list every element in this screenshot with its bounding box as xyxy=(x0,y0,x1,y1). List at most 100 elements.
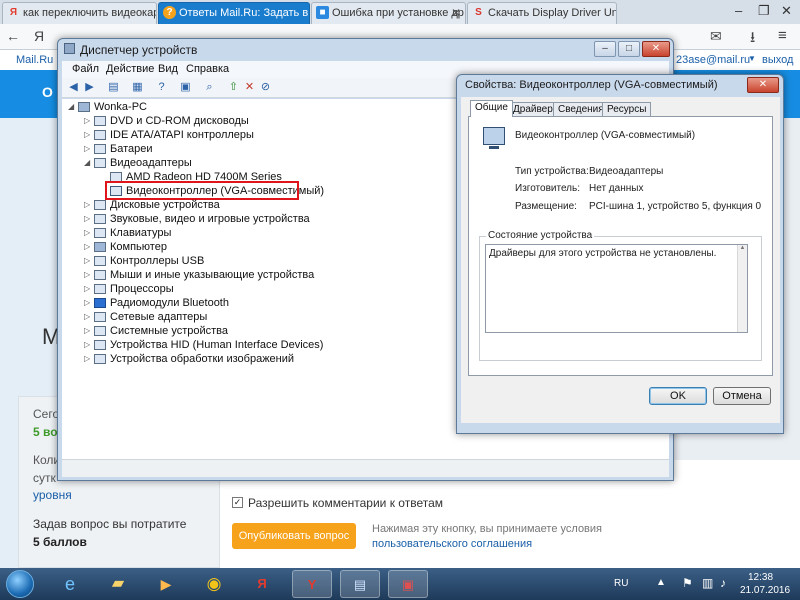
expand-icon[interactable]: ▷ xyxy=(84,296,94,310)
menu-action[interactable]: Действие xyxy=(106,63,154,75)
uninstall-device-icon[interactable]: ✕ xyxy=(242,80,257,95)
expand-icon[interactable]: ▷ xyxy=(84,310,94,324)
tree-item[interactable]: ▷ Устройства HID (Human Interface Devices… xyxy=(84,338,323,352)
disable-device-icon[interactable]: ⊘ xyxy=(258,80,273,95)
expand-icon[interactable]: ▷ xyxy=(84,240,94,254)
expand-icon[interactable]: ▷ xyxy=(84,128,94,142)
expand-icon[interactable]: ▷ xyxy=(84,198,94,212)
clock-time[interactable]: 12:38 xyxy=(748,572,773,583)
menu-view[interactable]: Вид xyxy=(158,63,178,75)
tab-driver[interactable]: Драйвер xyxy=(508,102,558,117)
device-status-textbox[interactable]: Драйверы для этого устройства не установ… xyxy=(485,244,748,333)
account-email[interactable]: 23ase@mail.ru xyxy=(676,54,750,66)
browser-tab-4[interactable]: S Скачать Display Driver Unin xyxy=(467,2,617,24)
tree-root[interactable]: ◢ Wonka-PC xyxy=(68,100,147,114)
expand-icon[interactable]: ▷ xyxy=(84,282,94,296)
chrome-icon[interactable]: ◉ xyxy=(194,570,234,598)
menu-file[interactable]: Файл xyxy=(72,63,99,75)
back-arrow-icon[interactable]: ← xyxy=(6,28,20,44)
tree-item-expanded[interactable]: ◢ Видеоадаптеры xyxy=(84,156,192,170)
close-tab-icon[interactable]: ✕ xyxy=(451,3,461,23)
expand-icon[interactable]: ▷ xyxy=(84,254,94,268)
volume-icon[interactable]: ♪ xyxy=(720,576,726,590)
toolbox-task-icon[interactable]: ▣ xyxy=(388,570,428,598)
tree-item[interactable]: ▷ Процессоры xyxy=(84,282,174,296)
manufacturer-label: Изготовитель: xyxy=(515,183,580,194)
network-icon[interactable]: ▥ xyxy=(702,576,713,590)
tree-item[interactable]: ▷ Системные устройства xyxy=(84,324,228,338)
explorer-folder-icon[interactable]: ▰ xyxy=(98,570,138,598)
user-agreement-link[interactable]: пользовательского соглашения xyxy=(372,538,532,550)
scan-hardware-icon[interactable]: ⌕ xyxy=(202,80,217,95)
device-status-text: Драйверы для этого устройства не установ… xyxy=(489,248,717,259)
cancel-button[interactable]: Отмена xyxy=(713,387,771,405)
tree-item[interactable]: ▷ IDE ATA/ATAPI контроллеры xyxy=(84,128,254,142)
tree-item[interactable]: ▷ Устройства обработки изображений xyxy=(84,352,294,366)
tree-item[interactable]: ▷ Звуковые, видео и игровые устройства xyxy=(84,212,310,226)
media-player-icon[interactable]: ▶ xyxy=(146,570,186,598)
tree-item[interactable]: ▷ Сетевые адаптеры xyxy=(84,310,207,324)
tree-item[interactable]: ▷ Клавиатуры xyxy=(84,226,171,240)
yandex-browser-icon[interactable]: Y xyxy=(292,570,332,598)
close-button[interactable]: ✕ xyxy=(642,41,670,57)
logout-link[interactable]: выход xyxy=(762,54,793,66)
properties-sheet-icon[interactable]: ▦ xyxy=(130,80,145,95)
allow-comments-checkbox[interactable]: ✓ xyxy=(232,497,243,508)
status-scrollbar[interactable]: ▲ xyxy=(737,245,747,332)
expand-icon[interactable]: ▷ xyxy=(84,212,94,226)
update-driver-icon[interactable]: ⇧ xyxy=(226,80,241,95)
expand-icon[interactable]: ▷ xyxy=(84,324,94,338)
mailru-link[interactable]: Mail.Ru xyxy=(16,54,53,66)
chevron-down-icon[interactable]: ▼ xyxy=(748,54,756,63)
tab-details[interactable]: Сведения xyxy=(553,102,609,117)
tree-item[interactable]: ▷ Мыши и иные указывающие устройства xyxy=(84,268,314,282)
expand-icon[interactable]: ▷ xyxy=(84,268,94,282)
device-manager-task-icon[interactable]: ▤ xyxy=(340,570,380,598)
minimize-browser-icon[interactable]: – xyxy=(735,3,742,18)
forward-arrow-icon[interactable]: ▶ xyxy=(82,80,97,95)
view-grid-icon[interactable]: ▣ xyxy=(178,80,193,95)
tree-item[interactable]: ▷ Дисковые устройства xyxy=(84,198,220,212)
publish-question-button[interactable]: Опубликовать вопрос xyxy=(232,523,356,549)
flag-icon[interactable]: ⚑ xyxy=(682,576,693,590)
tree-item[interactable]: ▷ Контроллеры USB xyxy=(84,254,204,268)
language-indicator[interactable]: RU xyxy=(614,578,628,589)
start-button[interactable] xyxy=(6,570,34,598)
tab-general[interactable]: Общие xyxy=(470,100,513,117)
mail-envelope-icon[interactable]: ✉ xyxy=(710,28,722,45)
tree-item[interactable]: ▷ Радиомодули Bluetooth xyxy=(84,296,229,310)
back-arrow-icon[interactable]: ◀ xyxy=(66,80,81,95)
menu-help[interactable]: Справка xyxy=(186,63,229,75)
restore-browser-icon[interactable]: ❐ xyxy=(758,3,770,19)
ok-button[interactable]: OK xyxy=(649,387,707,405)
levels-link[interactable]: уровня xyxy=(33,488,72,502)
maximize-button[interactable]: □ xyxy=(618,41,640,57)
tree-item[interactable]: ▷ DVD и CD-ROM дисководы xyxy=(84,114,249,128)
close-browser-icon[interactable]: ✕ xyxy=(781,3,792,19)
expand-icon[interactable]: ▷ xyxy=(84,338,94,352)
browser-tab-1[interactable]: Я как переключить видеокар xyxy=(2,2,157,24)
yandex-icon[interactable]: Я xyxy=(242,570,282,598)
browser-tab-2-active[interactable]: ? Ответы Mail.Ru: Задать в xyxy=(158,2,310,24)
general-tab-panel: Видеоконтроллер (VGA-совместимый) Тип ус… xyxy=(468,116,773,376)
clock-date[interactable]: 21.07.2016 xyxy=(740,585,790,596)
close-button[interactable]: ✕ xyxy=(747,77,779,93)
tree-item[interactable]: ▷ Компьютер xyxy=(84,240,167,254)
tab-resources[interactable]: Ресурсы xyxy=(602,102,652,117)
show-tree-icon[interactable]: ▤ xyxy=(106,80,121,95)
expand-icon[interactable]: ▷ xyxy=(84,352,94,366)
minimize-button[interactable]: – xyxy=(594,41,616,57)
tree-item[interactable]: ▷ Батареи xyxy=(84,142,153,156)
browser-tab-3[interactable]: ■ Ошибка при установке др ✕ xyxy=(311,2,466,24)
download-icon[interactable]: ⭳ xyxy=(750,27,755,52)
yandex-logo[interactable]: Я xyxy=(34,28,44,44)
expand-icon[interactable]: ▷ xyxy=(84,114,94,128)
expand-icon[interactable]: ▷ xyxy=(84,226,94,240)
help-icon[interactable]: ? xyxy=(154,80,169,95)
menu-icon[interactable]: ≡ xyxy=(778,27,787,44)
expand-icon[interactable]: ▷ xyxy=(84,142,94,156)
collapse-icon[interactable]: ◢ xyxy=(84,156,94,170)
collapse-icon[interactable]: ◢ xyxy=(68,100,78,114)
show-hidden-icons-icon[interactable]: ▲ xyxy=(656,577,666,588)
internet-explorer-icon[interactable]: e xyxy=(50,570,90,598)
